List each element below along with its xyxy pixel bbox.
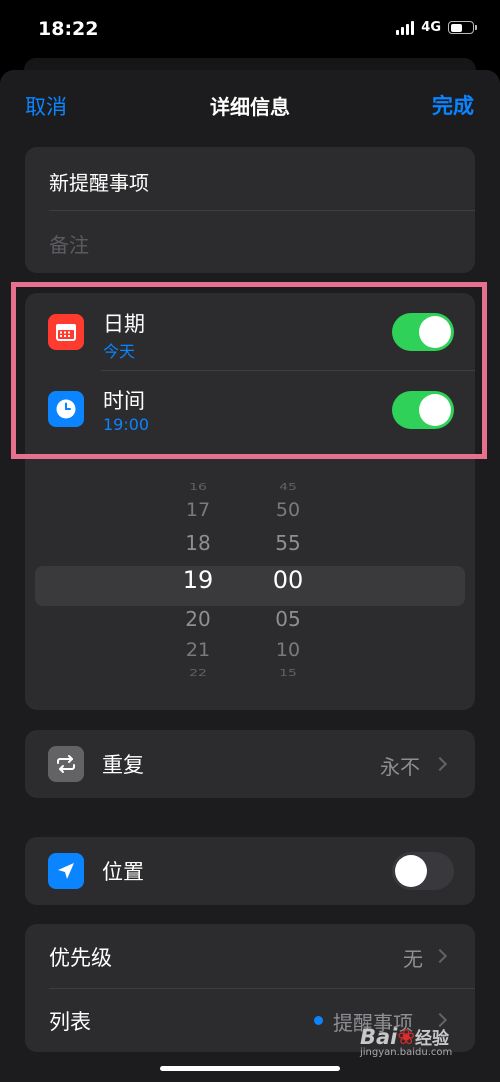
list-label: 列表 [49, 1010, 91, 1034]
hour-option[interactable]: 22 [168, 667, 228, 678]
watermark-logo: Bai❀经验 [360, 1025, 449, 1049]
page-title: 详细信息 [210, 95, 290, 119]
status-time: 18:22 [38, 18, 99, 40]
battery-level [450, 23, 463, 32]
title-notes-card: 新提醒事项 备注 [25, 147, 475, 273]
divider [49, 988, 475, 989]
priority-label: 优先级 [49, 946, 112, 970]
picker-selection-band [35, 566, 465, 606]
status-indicators: 4G [396, 20, 477, 35]
location-arrow-icon [48, 853, 84, 889]
watermark-url: jingyan.baidu.com [360, 1047, 453, 1058]
hour-option[interactable]: 16 [168, 481, 228, 492]
title-field[interactable]: 新提醒事项 [49, 167, 149, 196]
chevron-right-icon [432, 756, 448, 772]
list-color-dot [314, 1016, 323, 1025]
minute-option-selected[interactable]: 00 [258, 566, 318, 594]
priority-value: 无 [403, 947, 423, 971]
repeat-value: 永不 [380, 755, 420, 779]
hour-option[interactable]: 21 [168, 639, 228, 661]
chevron-right-icon [432, 948, 448, 964]
location-toggle[interactable] [392, 852, 454, 890]
repeat-icon [48, 746, 84, 782]
minute-option[interactable]: 50 [258, 499, 318, 521]
status-bar: 18:22 4G [0, 0, 500, 60]
repeat-card[interactable]: 重复 永不 [25, 730, 475, 798]
done-button[interactable]: 完成 [432, 90, 474, 120]
minute-option[interactable]: 05 [258, 607, 318, 631]
hour-option[interactable]: 20 [168, 607, 228, 631]
minute-option[interactable]: 15 [258, 667, 318, 678]
home-indicator[interactable] [160, 1066, 340, 1071]
network-type: 4G [421, 20, 441, 35]
battery-icon [448, 21, 477, 34]
repeat-label: 重复 [102, 753, 144, 777]
minute-option[interactable]: 55 [258, 531, 318, 555]
location-label: 位置 [102, 860, 144, 884]
minute-option[interactable]: 45 [258, 481, 318, 492]
location-card: 位置 [25, 837, 475, 905]
notes-field[interactable]: 备注 [49, 229, 89, 258]
hour-option[interactable]: 18 [168, 531, 228, 555]
divider [49, 210, 475, 211]
minute-option[interactable]: 10 [258, 639, 318, 661]
hour-option-selected[interactable]: 19 [168, 566, 228, 594]
hour-option[interactable]: 17 [168, 499, 228, 521]
highlight-box [11, 282, 487, 459]
watermark: Bai❀经验 jingyan.baidu.com [360, 1024, 490, 1058]
signal-icon [396, 20, 415, 35]
